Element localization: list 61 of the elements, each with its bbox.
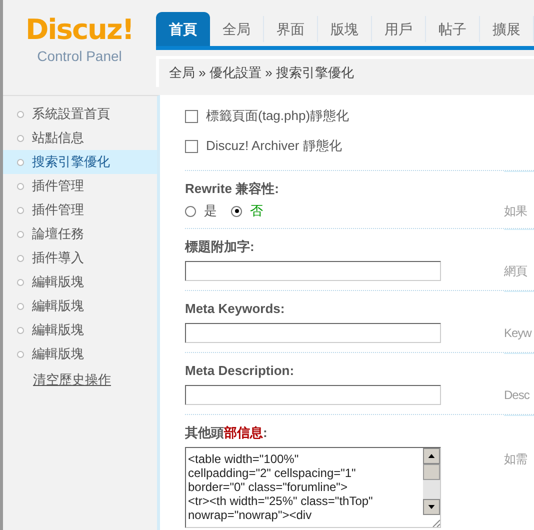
bullet-icon <box>17 230 24 238</box>
bullet-icon <box>17 326 24 334</box>
checkbox[interactable] <box>185 110 198 122</box>
bullet-icon <box>17 134 24 142</box>
bullet-icon <box>17 206 24 214</box>
sidebar-item[interactable]: 論壇任務 <box>3 222 157 246</box>
setting-label: 其他頭部信息: <box>185 425 268 441</box>
sidebar-item[interactable]: 搜索引擎優化 <box>3 150 157 174</box>
bullet-icon <box>17 182 24 190</box>
clear-history-link[interactable]: 清空歷史操作 <box>33 370 157 390</box>
hint-text: 如需 <box>504 451 527 467</box>
up-arrow-icon <box>428 454 435 458</box>
bullet-icon <box>17 302 24 310</box>
sidebar-item[interactable]: 插件導入 <box>3 246 157 270</box>
sidebar-item[interactable]: 編輯版塊 <box>3 270 157 294</box>
breadcrumb: 全局 » 優化設置 » 搜索引擎優化 <box>156 56 534 87</box>
setting-label: Rewrite 兼容性: <box>185 181 280 197</box>
down-arrow-icon <box>428 505 435 509</box>
text-field[interactable] <box>185 323 441 343</box>
bullet-icon <box>17 278 24 286</box>
nav-tab[interactable]: 用戶 <box>372 16 426 42</box>
text-field[interactable] <box>185 261 441 281</box>
sidebar-item[interactable]: 編輯版塊 <box>3 342 157 366</box>
hint-text: Keyw <box>504 325 532 341</box>
radio-label: 是 <box>204 203 217 219</box>
nav-tab[interactable]: 全局 <box>210 16 264 42</box>
bullet-icon <box>17 254 24 262</box>
textarea-text: <table width="100%" cellpadding="2" cellspacing="1" border="0" class="forumline"> <tr><th width="25%" class="thTop" nowrap="nowrap"><div <box>187 451 374 524</box>
sidebar-item[interactable]: 系統設置首頁 <box>3 102 157 126</box>
sidebar-item[interactable]: 插件管理 <box>3 198 157 222</box>
nav-tab[interactable]: 擴展 <box>480 16 534 42</box>
checkbox-label: 標籤頁面(tag.php)靜態化 <box>206 107 350 125</box>
checkbox[interactable] <box>185 140 198 152</box>
text-field[interactable] <box>185 385 441 405</box>
logo-subtitle: Control Panel <box>37 47 122 66</box>
hint-text: 網頁 <box>504 263 527 279</box>
hint-text: Desc <box>504 387 530 403</box>
nav-tab[interactable]: 界面 <box>264 16 318 42</box>
scrollbar[interactable] <box>423 448 440 527</box>
logo-title: Discuz! <box>25 14 134 46</box>
sidebar-item[interactable]: 編輯版塊 <box>3 294 157 318</box>
nav-tab[interactable]: 帖子 <box>426 16 480 42</box>
sidebar-item[interactable]: 插件管理 <box>3 174 157 198</box>
bullet-icon <box>17 110 24 118</box>
scroll-thumb[interactable] <box>423 464 440 480</box>
checkbox-label: Discuz! Archiver 靜態化 <box>206 137 342 155</box>
nav-tab[interactable]: 首頁 <box>156 12 210 46</box>
sidebar-item[interactable]: 編輯版塊 <box>3 318 157 342</box>
radio-label: 否 <box>250 203 263 219</box>
setting-label: Meta Description: <box>185 363 296 379</box>
setting-label: 標題附加字: <box>185 239 256 255</box>
setting-label: Meta Keywords: <box>185 301 286 317</box>
radio-button[interactable] <box>231 206 242 216</box>
bullet-icon <box>17 158 24 166</box>
nav-tab[interactable]: 版塊 <box>318 16 372 42</box>
hint-text: 如果 <box>504 203 527 219</box>
resize-grip-icon[interactable] <box>432 519 440 527</box>
code-textarea[interactable]: <table width="100%" cellpadding="2" cellspacing="1" border="0" class="forumline"> <tr><th width="25%" class="thTop" nowrap="nowrap"><div <box>185 447 441 528</box>
bullet-icon <box>17 350 24 358</box>
radio-button[interactable] <box>185 206 196 216</box>
sidebar-item[interactable]: 站點信息 <box>3 126 157 150</box>
